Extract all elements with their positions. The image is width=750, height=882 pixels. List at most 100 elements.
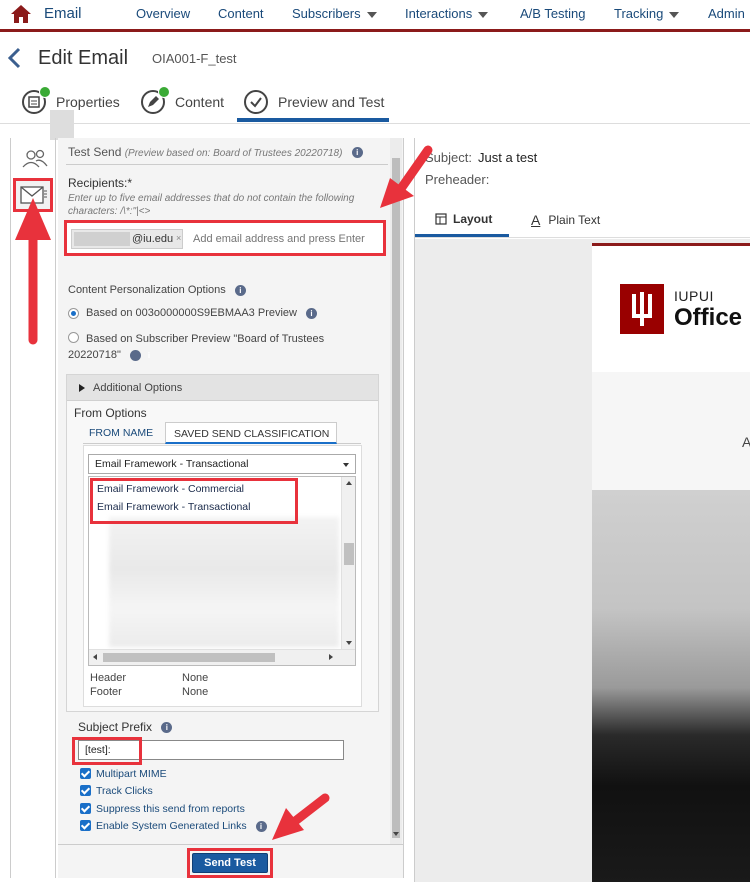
tab-plain-text[interactable]: A Plain Text	[531, 212, 600, 228]
test-send-heading: Test Send (Preview based on: Board of Tr…	[68, 145, 363, 159]
info-icon[interactable]: i	[255, 820, 267, 832]
home-icon[interactable]	[10, 4, 32, 24]
email-render: IUPUI Office A	[592, 243, 750, 882]
email-hero-image	[592, 490, 750, 882]
preview-canvas: IUPUI Office A	[415, 239, 750, 882]
complete-check-icon	[39, 86, 51, 98]
additional-options-toggle[interactable]: Additional Options	[67, 375, 378, 401]
envelope-icon	[20, 186, 47, 204]
footer-label: Footer	[90, 686, 122, 698]
classification-options: Email Framework - Transactional Email Fr…	[83, 445, 362, 707]
chevron-down-icon	[366, 11, 377, 18]
from-options-tabs: FROM NAME SAVED SEND CLASSIFICATION	[83, 422, 361, 444]
remove-chip-icon[interactable]: ×	[176, 233, 181, 243]
radio-subscriber-preview-label: Based on Subscriber Preview "Board of Tr…	[68, 333, 325, 361]
recipient-email-input[interactable]	[193, 230, 373, 248]
preview-subject: Subject: Just a test	[425, 150, 538, 165]
nav-content[interactable]: Content	[218, 6, 264, 21]
recipients-help: Enter up to five email addresses that do…	[68, 193, 355, 217]
checkbox-track-clicks-label: Track Clicks	[96, 785, 153, 797]
divider	[58, 844, 404, 845]
test-send-form: Test Send (Preview based on: Board of Tr…	[58, 138, 390, 844]
highlight-box-send: Send Test	[187, 848, 273, 878]
info-icon[interactable]: i	[306, 307, 318, 319]
scroll-up-icon[interactable]	[346, 481, 352, 485]
send-test-button[interactable]: Send Test	[192, 853, 268, 873]
iu-trident-logo	[620, 284, 664, 334]
highlight-box-classifications	[90, 478, 298, 524]
scroll-down-icon[interactable]	[346, 641, 352, 645]
nav-overview[interactable]: Overview	[136, 6, 190, 21]
listbox-horizontal-scrollbar[interactable]	[89, 649, 355, 665]
tab-saved-send-classification[interactable]: SAVED SEND CLASSIFICATION	[165, 422, 337, 444]
email-body-text: A	[742, 434, 750, 450]
header-label: Header	[90, 672, 127, 684]
additional-options-section: Additional Options From Options FROM NAM…	[66, 374, 379, 712]
layout-icon	[435, 213, 447, 225]
redacted-list-items	[109, 517, 339, 647]
chevron-down-icon	[478, 11, 489, 18]
divider	[66, 164, 388, 165]
listbox-vertical-scrollbar[interactable]	[341, 477, 355, 651]
page-title: Edit Email	[38, 47, 129, 69]
text-format-icon: A	[531, 212, 541, 228]
info-icon[interactable]: i	[351, 147, 363, 159]
active-tab-indicator	[415, 234, 509, 237]
active-step-indicator	[237, 118, 389, 122]
highlight-box-prefix	[72, 737, 142, 765]
recipients-label: Recipients:*	[68, 176, 133, 190]
chevron-down-icon	[343, 463, 349, 467]
footer-value: None	[182, 686, 209, 698]
chevron-down-icon	[669, 11, 680, 18]
checkmark-icon	[244, 90, 268, 114]
scroll-thumb[interactable]	[392, 158, 400, 838]
radio-preview-id-label: Based on 003o000000S9EBMAA3 Preview i	[86, 307, 318, 319]
redacted-address	[74, 232, 130, 246]
classification-select[interactable]: Email Framework - Transactional	[88, 454, 356, 474]
tab-layout[interactable]: Layout	[435, 212, 492, 226]
scroll-down-icon[interactable]	[393, 832, 399, 836]
scroll-left-icon[interactable]	[93, 654, 97, 660]
step-preview-and-test[interactable]: Preview and Test	[244, 84, 384, 120]
checkbox-track-clicks[interactable]	[80, 785, 91, 796]
subscribers-icon[interactable]	[21, 148, 49, 168]
test-send-tab[interactable]	[13, 178, 53, 212]
info-icon[interactable]: i	[129, 349, 150, 361]
scroll-thumb[interactable]	[103, 653, 275, 662]
app-title[interactable]: Email	[44, 5, 82, 22]
email-preview-pane: Subject: Just a test Preheader: Layout A …	[414, 138, 750, 882]
email-name: OIA001-F_test	[152, 51, 237, 66]
from-options-label: From Options	[74, 406, 147, 420]
test-send-panel: Test Send (Preview based on: Board of Tr…	[58, 138, 404, 878]
back-arrow-icon[interactable]	[6, 47, 22, 69]
checkbox-suppress-reports-label: Suppress this send from reports	[96, 803, 245, 815]
nav-ab-testing[interactable]: A/B Testing	[520, 6, 586, 21]
subject-prefix-label: Subject Prefix i	[78, 720, 173, 734]
nav-admin[interactable]: Admin	[708, 6, 745, 21]
complete-check-icon	[158, 86, 170, 98]
expand-triangle-icon	[79, 384, 85, 392]
checkbox-system-links-label: Enable System Generated Links i	[96, 820, 267, 832]
panel-scrollbar[interactable]	[390, 138, 402, 844]
email-body-band	[592, 372, 750, 490]
checkbox-multipart-mime[interactable]	[80, 768, 91, 779]
tab-from-name[interactable]: FROM NAME	[83, 422, 161, 444]
recipient-chip[interactable]: @iu.edu ×	[71, 229, 183, 249]
scroll-right-icon[interactable]	[329, 654, 333, 660]
checkbox-suppress-reports[interactable]	[80, 803, 91, 814]
info-icon[interactable]: i	[161, 722, 173, 734]
recipients-input-box[interactable]: @iu.edu ×	[64, 220, 386, 256]
nav-subscribers[interactable]: Subscribers	[292, 6, 377, 21]
radio-preview-id[interactable]	[68, 308, 79, 319]
scroll-thumb[interactable]	[344, 543, 354, 565]
checkbox-system-links[interactable]	[80, 820, 91, 831]
properties-icon	[22, 86, 51, 114]
nav-interactions[interactable]: Interactions	[405, 6, 489, 21]
pencil-icon	[141, 86, 170, 114]
nav-tracking[interactable]: Tracking	[614, 6, 680, 21]
step-content[interactable]: Content	[141, 84, 224, 120]
preview-tabs: Layout A Plain Text	[415, 202, 750, 238]
header-value: None	[182, 672, 209, 684]
personalization-heading: Content Personalization Options i	[68, 284, 246, 296]
info-icon[interactable]: i	[234, 284, 246, 296]
